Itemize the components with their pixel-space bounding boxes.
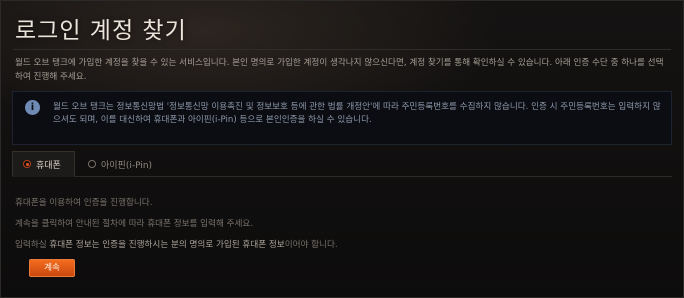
info-notice-box: i 월드 오브 탱크는 정보통신망법 '정보통신망 이용촉진 및 정보보호 등에… bbox=[12, 91, 672, 145]
radio-unselected-icon[interactable] bbox=[88, 160, 96, 168]
intro-text: 월드 오브 탱크에 가입한 계정을 찾을 수 있는 서비스입니다. 본인 명의로… bbox=[15, 58, 664, 82]
instruction-line-2: 계속을 클릭하여 안내된 절차에 따라 휴대폰 정보를 입력해 주세요. bbox=[15, 219, 254, 229]
tab-mobile-phone[interactable]: 휴대폰 bbox=[12, 151, 75, 177]
page-title: 로그인 계정 찾기 bbox=[15, 18, 187, 44]
continue-button[interactable]: 계속 bbox=[29, 259, 75, 277]
instruction-line-3: 입력하실 휴대폰 정보는 인증을 진행하시는 분의 명의로 가입된 휴대폰 정보… bbox=[15, 238, 665, 250]
info-notice-text: 월드 오브 탱크는 정보통신망법 '정보통신망 이용촉진 및 정보보호 등에 관… bbox=[53, 102, 661, 125]
instruction-line-1: 휴대폰을 이용하여 인증을 진행합니다. bbox=[15, 198, 153, 208]
title-divider bbox=[13, 49, 671, 50]
instruction-line-3-suffix: 이어야 합니다. bbox=[284, 240, 338, 250]
tab-ipin-label: 아이핀(i-Pin) bbox=[101, 160, 153, 171]
instruction-line-3-prefix: 입력하실 bbox=[15, 240, 50, 250]
tab-ipin[interactable]: 아이핀(i-Pin) bbox=[78, 151, 174, 177]
account-find-panel: 로그인 계정 찾기 월드 오브 탱크에 가입한 계정을 찾을 수 있는 서비스입… bbox=[0, 0, 684, 298]
radio-selected-icon[interactable] bbox=[23, 160, 31, 168]
instruction-line-3-highlight: 휴대폰 정보는 인증을 진행하시는 분의 명의로 가입된 휴대폰 정보 bbox=[49, 240, 285, 250]
tab-mobile-phone-label: 휴대폰 bbox=[36, 160, 61, 171]
info-icon: i bbox=[25, 100, 40, 115]
auth-method-tabs: 휴대폰 아이핀(i-Pin) bbox=[12, 151, 672, 177]
